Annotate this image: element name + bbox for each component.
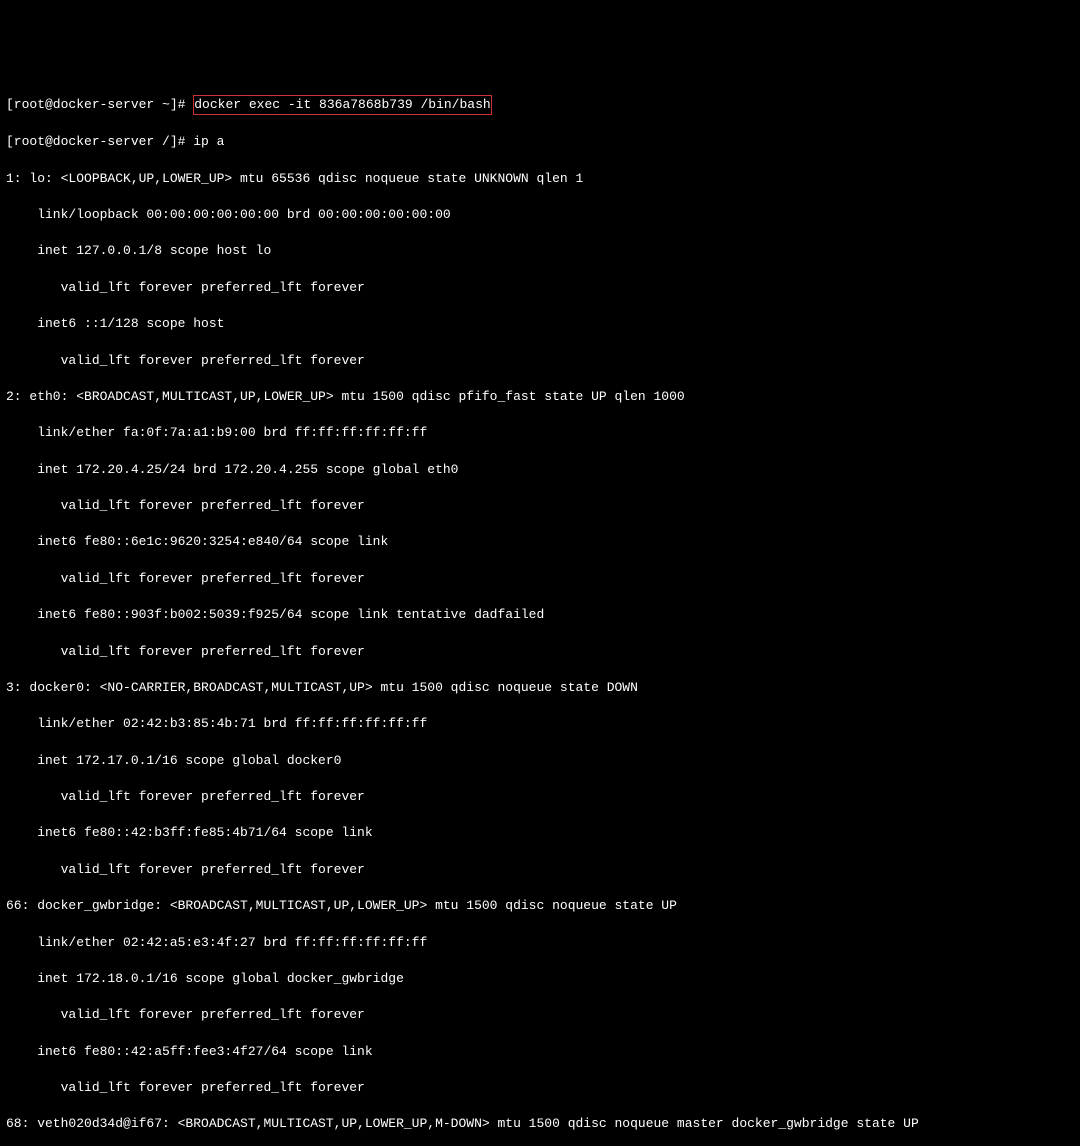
output-line: link/ether 02:42:a5:e3:4f:27 brd ff:ff:f… xyxy=(6,934,1074,952)
output-line: valid_lft forever preferred_lft forever xyxy=(6,497,1074,515)
output-line: inet6 fe80::903f:b002:5039:f925/64 scope… xyxy=(6,606,1074,624)
terminal-output[interactable]: [root@docker-server ~]# docker exec -it … xyxy=(6,77,1074,1146)
output-line: link/loopback 00:00:00:00:00:00 brd 00:0… xyxy=(6,206,1074,224)
output-line: valid_lft forever preferred_lft forever xyxy=(6,643,1074,661)
highlighted-command: docker exec -it 836a7868b739 /bin/bash xyxy=(193,95,491,115)
output-line: inet 127.0.0.1/8 scope host lo xyxy=(6,242,1074,260)
output-line: 3: docker0: <NO-CARRIER,BROADCAST,MULTIC… xyxy=(6,679,1074,697)
output-line: link/ether fa:0f:7a:a1:b9:00 brd ff:ff:f… xyxy=(6,424,1074,442)
output-line: inet6 fe80::42:a5ff:fee3:4f27/64 scope l… xyxy=(6,1043,1074,1061)
output-line: valid_lft forever preferred_lft forever xyxy=(6,861,1074,879)
output-line: inet6 fe80::42:b3ff:fe85:4b71/64 scope l… xyxy=(6,824,1074,842)
output-line: inet 172.18.0.1/16 scope global docker_g… xyxy=(6,970,1074,988)
output-line: inet 172.17.0.1/16 scope global docker0 xyxy=(6,752,1074,770)
command-line-2: [root@docker-server /]# ip a xyxy=(6,133,1074,151)
output-line: 1: lo: <LOOPBACK,UP,LOWER_UP> mtu 65536 … xyxy=(6,170,1074,188)
output-line: inet 172.20.4.25/24 brd 172.20.4.255 sco… xyxy=(6,461,1074,479)
output-line: inet6 ::1/128 scope host xyxy=(6,315,1074,333)
output-line: 2: eth0: <BROADCAST,MULTICAST,UP,LOWER_U… xyxy=(6,388,1074,406)
output-line: valid_lft forever preferred_lft forever xyxy=(6,788,1074,806)
shell-prompt-1: [root@docker-server ~]# xyxy=(6,97,193,112)
output-line: 66: docker_gwbridge: <BROADCAST,MULTICAS… xyxy=(6,897,1074,915)
command-line-1: [root@docker-server ~]# docker exec -it … xyxy=(6,95,1074,115)
output-line: valid_lft forever preferred_lft forever xyxy=(6,1006,1074,1024)
output-line: valid_lft forever preferred_lft forever xyxy=(6,352,1074,370)
output-line: valid_lft forever preferred_lft forever xyxy=(6,279,1074,297)
output-line: 68: veth020d34d@if67: <BROADCAST,MULTICA… xyxy=(6,1115,1074,1133)
output-line: valid_lft forever preferred_lft forever xyxy=(6,1079,1074,1097)
output-line: inet6 fe80::6e1c:9620:3254:e840/64 scope… xyxy=(6,533,1074,551)
output-line: link/ether 02:42:b3:85:4b:71 brd ff:ff:f… xyxy=(6,715,1074,733)
